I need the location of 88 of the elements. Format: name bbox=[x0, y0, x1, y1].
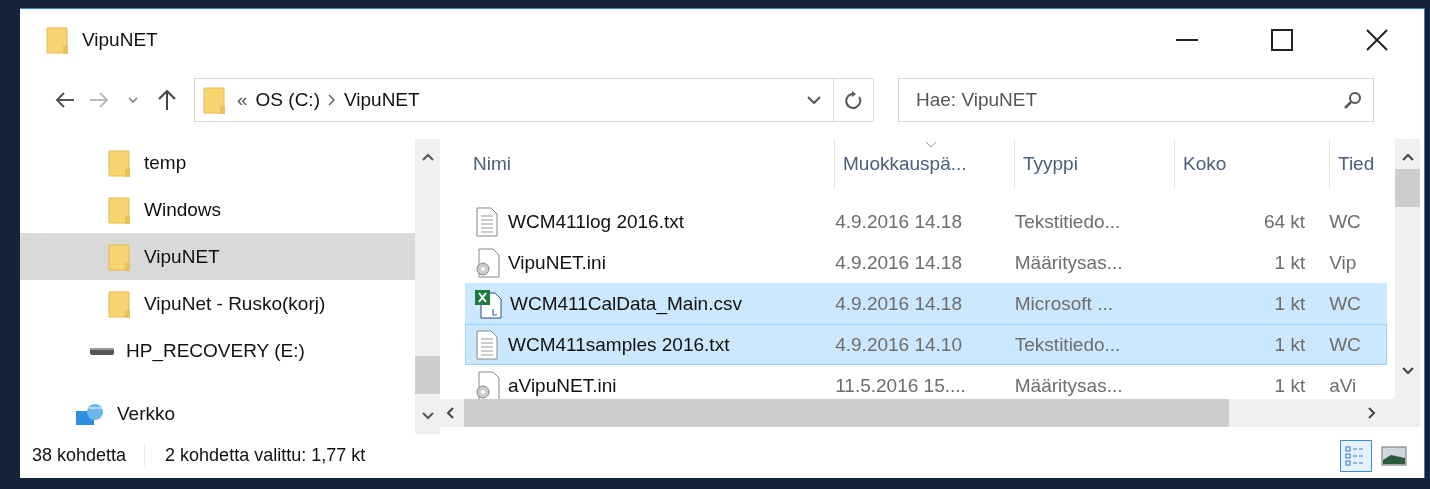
file-size: 1 kt bbox=[1273, 374, 1307, 397]
file-date: 4.9.2016 14.10 bbox=[834, 333, 963, 356]
search-field[interactable]: Hae: VipuNET bbox=[898, 78, 1374, 122]
nav-item[interactable]: Verkko bbox=[20, 393, 415, 434]
path-segment[interactable]: OS (C:) bbox=[255, 89, 320, 111]
file-date: 4.9.2016 14.18 bbox=[834, 251, 963, 274]
refresh-button[interactable] bbox=[834, 78, 874, 122]
table-cell-text: WC bbox=[1328, 210, 1362, 233]
folder-icon bbox=[203, 86, 227, 114]
file-size: 1 kt bbox=[1273, 333, 1307, 356]
close-icon bbox=[1365, 29, 1388, 51]
file-type: Microsoft ... bbox=[1013, 292, 1114, 315]
nav-item[interactable]: HP_RECOVERY (E:) bbox=[20, 327, 415, 374]
sort-descending-icon bbox=[924, 141, 937, 148]
file-row[interactable]: WCM411CalData_Main.csv 4.9.2016 14.18 Microsoft ... 1 kt WC bbox=[465, 283, 1387, 324]
minimize-icon bbox=[1175, 39, 1198, 41]
folder-icon bbox=[46, 26, 70, 54]
path-segment[interactable]: VipuNET bbox=[343, 89, 420, 111]
back-arrow-icon bbox=[55, 92, 75, 108]
nav-item[interactable]: VipuNet - Rusko(korj) bbox=[20, 280, 415, 327]
file-size: 1 kt bbox=[1273, 292, 1307, 315]
nav-item[interactable]: VipuNET bbox=[20, 233, 415, 280]
up-arrow-icon bbox=[158, 90, 176, 110]
network-icon bbox=[75, 402, 105, 426]
details-view-button[interactable] bbox=[1340, 439, 1372, 472]
search-icon bbox=[1344, 91, 1362, 109]
folder-icon bbox=[108, 148, 132, 177]
maximize-icon bbox=[1270, 29, 1293, 51]
chevron-icon bbox=[327, 94, 336, 106]
scroll-down-icon[interactable] bbox=[421, 412, 434, 420]
scroll-left-icon[interactable] bbox=[446, 407, 454, 419]
file-row[interactable]: WCM411samples 2016.txt 4.9.2016 14.10 Tekstitiedo... 1 kt WC bbox=[465, 324, 1387, 365]
file-row[interactable]: aVipuNET.ini 11.5.2016 15.... Määritysas... 1 kt aVi bbox=[465, 365, 1387, 399]
column-header[interactable]: Muokkauspä... bbox=[835, 139, 1015, 189]
settings-file-icon bbox=[474, 370, 500, 399]
refresh-icon bbox=[844, 90, 863, 110]
scroll-down-icon[interactable] bbox=[1401, 367, 1414, 375]
file-name: WCM411log 2016.txt bbox=[508, 210, 684, 233]
file-date: 11.5.2016 15.... bbox=[834, 374, 967, 397]
file-date: 4.9.2016 14.18 bbox=[834, 292, 963, 315]
scroll-right-icon[interactable] bbox=[1368, 407, 1376, 419]
file-size: 1 kt bbox=[1273, 251, 1307, 274]
nav-item[interactable]: Windows bbox=[20, 186, 415, 233]
file-type: Tekstitiedo... bbox=[1013, 210, 1122, 233]
text-file-icon bbox=[474, 329, 500, 360]
table-cell-text: aVi bbox=[1328, 374, 1358, 397]
column-header[interactable]: Tied bbox=[1330, 139, 1395, 189]
scrollbar-thumb[interactable] bbox=[464, 399, 1229, 427]
column-header[interactable]: Koko bbox=[1175, 139, 1330, 189]
file-name: WCM411CalData_Main.csv bbox=[510, 292, 742, 315]
file-type: Määritysas... bbox=[1013, 374, 1124, 397]
forward-arrow-icon bbox=[89, 92, 109, 108]
text-file-icon bbox=[474, 206, 500, 237]
file-type: Määritysas... bbox=[1013, 251, 1124, 274]
horizontal-scrollbar[interactable] bbox=[440, 399, 1420, 427]
folder-icon bbox=[108, 195, 132, 224]
vertical-scrollbar[interactable] bbox=[415, 139, 440, 434]
address-bar[interactable]: « OS (C:) VipuNET bbox=[194, 78, 834, 122]
nav-item[interactable]: temp bbox=[20, 139, 415, 186]
table-cell-text: WC bbox=[1328, 292, 1362, 315]
table-cell-text: WC bbox=[1328, 333, 1362, 356]
item-count: 38 kohdetta bbox=[32, 445, 146, 466]
selection-info: 2 kohdetta valittu: 1,77 kt bbox=[165, 445, 367, 466]
folder-icon bbox=[108, 242, 132, 271]
scrollbar-thumb[interactable] bbox=[415, 356, 440, 394]
image-icon bbox=[1381, 445, 1407, 466]
spreadsheet-file-icon bbox=[474, 288, 502, 319]
vertical-scrollbar[interactable] bbox=[1395, 139, 1420, 399]
table-cell-text: Vip bbox=[1328, 251, 1358, 274]
scroll-up-icon[interactable] bbox=[421, 153, 434, 161]
file-name: VipuNET.ini bbox=[508, 251, 606, 274]
scroll-up-icon[interactable] bbox=[1401, 153, 1414, 161]
file-size: 64 kt bbox=[1262, 210, 1307, 233]
window-title: VipuNET bbox=[82, 29, 159, 51]
column-header[interactable]: Tyyppi bbox=[1015, 139, 1175, 189]
chevron-down-icon bbox=[128, 97, 138, 103]
file-type: Tekstitiedo... bbox=[1013, 333, 1122, 356]
file-date: 4.9.2016 14.18 bbox=[834, 210, 963, 233]
column-header[interactable]: Nimi bbox=[465, 139, 835, 189]
file-name: WCM411samples 2016.txt bbox=[508, 333, 730, 356]
file-name: aVipuNET.ini bbox=[508, 374, 617, 397]
settings-file-icon bbox=[474, 247, 500, 278]
file-row[interactable]: WCM411log 2016.txt 4.9.2016 14.18 Tekstitiedo... 64 kt WC bbox=[465, 201, 1387, 242]
scrollbar-thumb[interactable] bbox=[1395, 169, 1420, 207]
folder-icon bbox=[108, 289, 132, 318]
path-overflow-button[interactable]: « bbox=[237, 89, 248, 111]
file-row[interactable]: VipuNET.ini 4.9.2016 14.18 Määritysas... 1 kt Vip bbox=[465, 242, 1387, 283]
drive-icon bbox=[90, 345, 114, 356]
